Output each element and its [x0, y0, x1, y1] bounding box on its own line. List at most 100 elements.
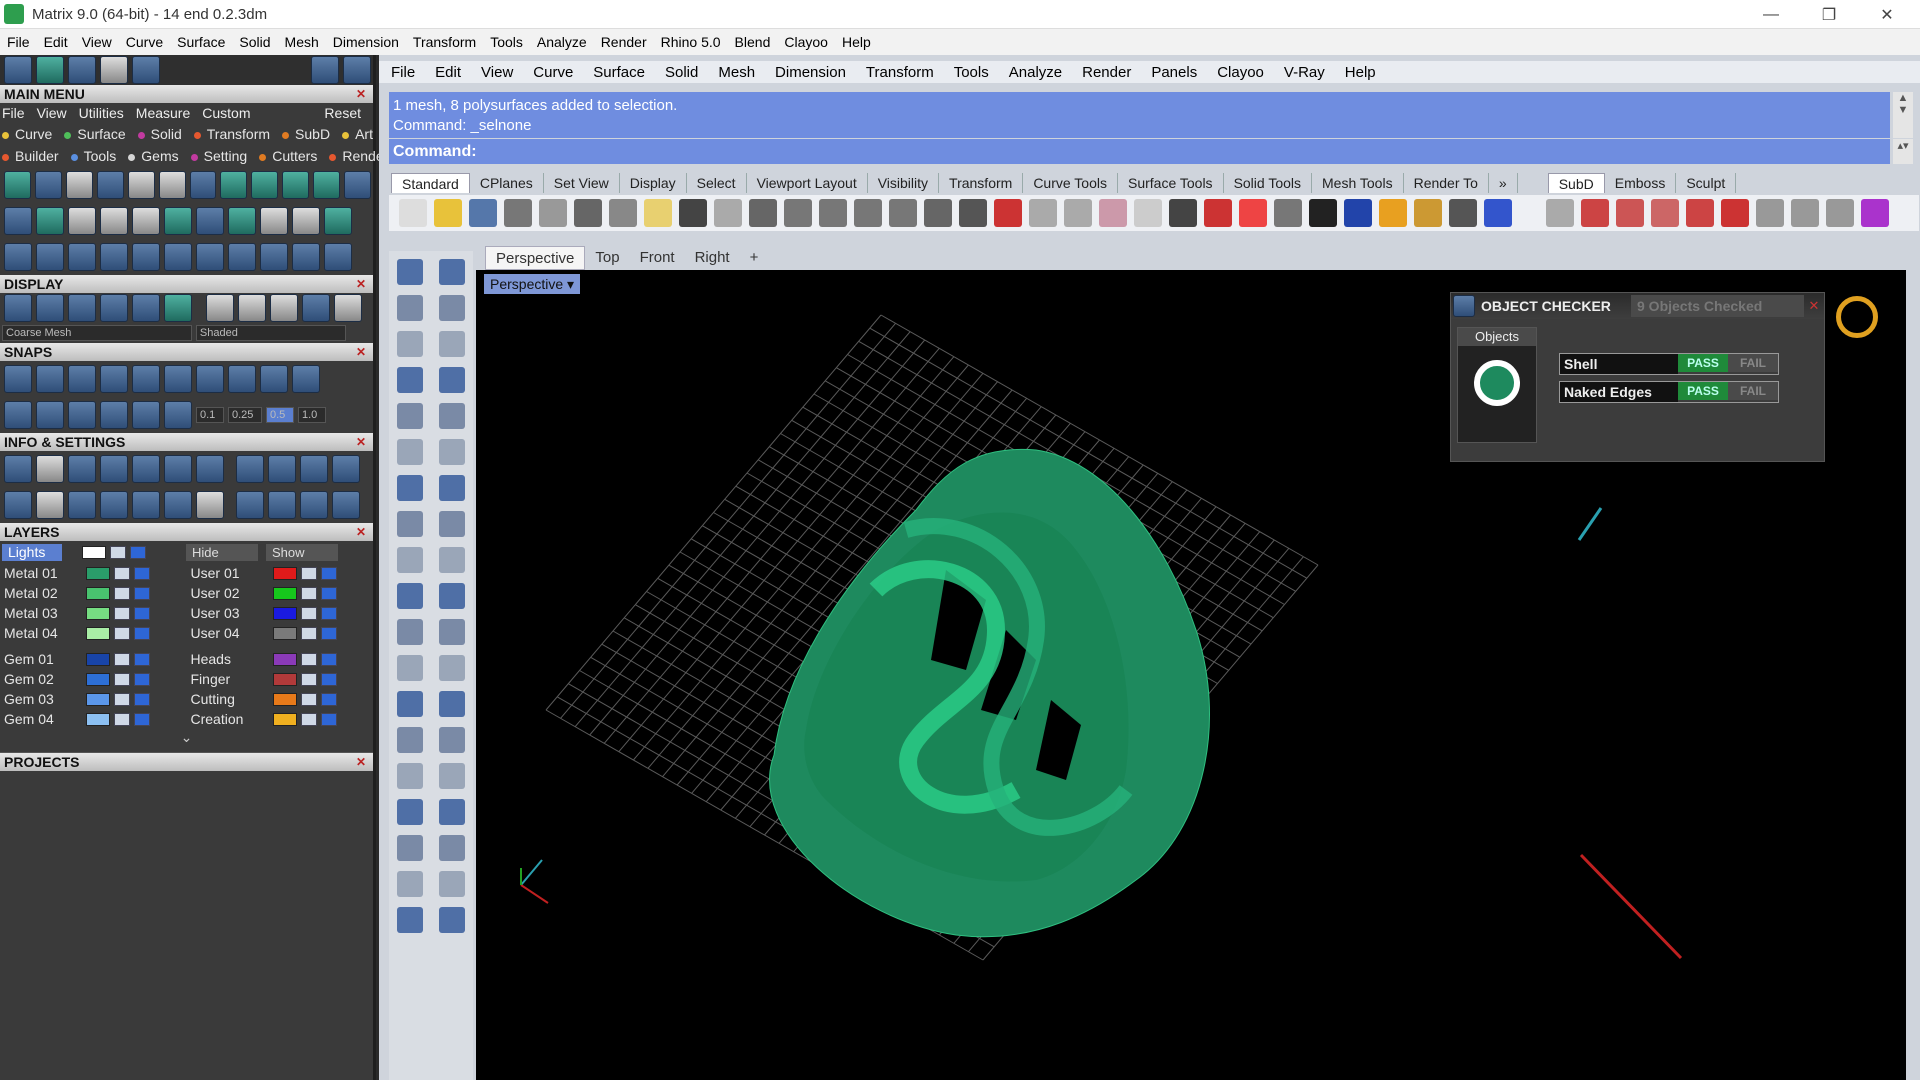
toolbar-tab[interactable]: CPlanes: [470, 173, 544, 193]
layer-row[interactable]: Creation: [187, 709, 374, 729]
tool-icon[interactable]: [439, 871, 465, 897]
lock-icon[interactable]: [114, 712, 130, 726]
tab-top[interactable]: Top: [585, 246, 629, 270]
visible-icon[interactable]: [320, 652, 337, 666]
shaded-icon[interactable]: [68, 294, 96, 322]
toolbar-tab[interactable]: Emboss: [1605, 173, 1677, 193]
category-builder[interactable]: Builder: [2, 148, 65, 164]
menu-help[interactable]: Help: [842, 34, 871, 50]
tool-icon[interactable]: [439, 799, 465, 825]
rmenu-clayoo[interactable]: Clayoo: [1217, 64, 1264, 81]
gumball-icon[interactable]: [100, 401, 128, 429]
cylinder-icon[interactable]: [100, 491, 128, 519]
category-transform[interactable]: Transform: [193, 126, 276, 142]
chain-icon[interactable]: [4, 207, 32, 235]
print-icon[interactable]: [132, 455, 160, 483]
layer-color-swatch[interactable]: [272, 712, 297, 726]
tab-right[interactable]: Right: [685, 246, 740, 270]
report-icon[interactable]: [332, 455, 360, 483]
viewport-label[interactable]: Perspective ▾: [484, 274, 581, 294]
category-gems[interactable]: Gems: [128, 148, 184, 164]
settings-icon[interactable]: [4, 455, 32, 483]
back-arrow-icon[interactable]: [311, 56, 339, 84]
tool-icon[interactable]: [439, 367, 465, 393]
hide-button[interactable]: Hide: [186, 543, 258, 561]
tool-icon[interactable]: [397, 871, 423, 897]
rmenu-render[interactable]: Render: [1082, 64, 1131, 81]
minimize-button[interactable]: —: [1742, 0, 1800, 29]
tool-icon[interactable]: [439, 655, 465, 681]
cut-icon[interactable]: [574, 199, 602, 227]
visible-icon[interactable]: [134, 606, 150, 620]
bezel-icon[interactable]: [282, 171, 310, 199]
weight-icon[interactable]: [268, 455, 296, 483]
layer-color-swatch[interactable]: [272, 652, 297, 666]
rmenu-analyze[interactable]: Analyze: [1009, 64, 1062, 81]
split-icon[interactable]: [100, 243, 128, 271]
lock-icon[interactable]: [114, 606, 130, 620]
close-icon[interactable]: ✕: [1804, 298, 1824, 314]
rmenu-tools[interactable]: Tools: [954, 64, 989, 81]
mesh-quality-select[interactable]: Coarse Mesh: [2, 325, 192, 341]
visible-icon[interactable]: [320, 672, 337, 686]
grid-icon[interactable]: [164, 207, 192, 235]
ring-mesh-icon[interactable]: [769, 448, 1210, 938]
tool-icon[interactable]: [439, 259, 465, 285]
layer-color-swatch[interactable]: [86, 712, 110, 726]
lock-icon[interactable]: [114, 672, 130, 686]
tool-icon[interactable]: [439, 295, 465, 321]
rmenu-dimension[interactable]: Dimension: [775, 64, 846, 81]
tool-icon[interactable]: [439, 583, 465, 609]
lock-icon[interactable]: [110, 545, 126, 559]
copy-doc-icon[interactable]: [539, 199, 567, 227]
layer-row[interactable]: Gem 03: [0, 689, 187, 709]
layer-color-swatch[interactable]: [272, 692, 297, 706]
toolbar-tab[interactable]: Render To: [1404, 173, 1489, 193]
layer-row[interactable]: Metal 01: [0, 563, 187, 583]
tool-icon[interactable]: [439, 835, 465, 861]
new-file-icon[interactable]: [100, 56, 128, 84]
snap-0-5[interactable]: 0.5: [266, 407, 294, 423]
prong-icon[interactable]: [251, 171, 279, 199]
question-icon[interactable]: [1791, 199, 1819, 227]
doc-icon[interactable]: [132, 207, 160, 235]
lock-icon[interactable]: [114, 566, 130, 580]
add-viewport-button[interactable]: +: [740, 246, 769, 270]
ring-report-icon[interactable]: [332, 491, 360, 519]
band-icon[interactable]: [36, 207, 64, 235]
close-icon[interactable]: ✕: [354, 755, 368, 769]
menu-blend[interactable]: Blend: [735, 34, 771, 50]
ghost-icon[interactable]: [36, 294, 64, 322]
visible-icon[interactable]: [134, 652, 150, 666]
gear-icon[interactable]: [1414, 199, 1442, 227]
technical-icon[interactable]: [164, 294, 192, 322]
cluster-icon[interactable]: [313, 171, 341, 199]
lock-icon[interactable]: [300, 672, 317, 686]
tool-icon[interactable]: [439, 619, 465, 645]
menu-view[interactable]: View: [82, 34, 112, 50]
quad-snap-icon[interactable]: [196, 365, 224, 393]
layer-row[interactable]: Metal 02: [0, 583, 187, 603]
tab-front[interactable]: Front: [630, 246, 685, 270]
lights-layer[interactable]: Lights: [2, 543, 62, 561]
layer-row[interactable]: Metal 03: [0, 603, 187, 623]
rmenu-file[interactable]: File: [391, 64, 415, 81]
command-input[interactable]: Command:: [389, 139, 1890, 164]
subd-icon[interactable]: [1546, 199, 1574, 227]
tool-icon[interactable]: [397, 403, 423, 429]
near-snap-icon[interactable]: [36, 365, 64, 393]
visible-icon[interactable]: [320, 566, 337, 580]
box-icon[interactable]: [1651, 199, 1679, 227]
layer-color-swatch[interactable]: [272, 566, 297, 580]
rmenu-edit[interactable]: Edit: [435, 64, 461, 81]
text-icon[interactable]: [68, 207, 96, 235]
circle-icon[interactable]: [324, 243, 352, 271]
tool-icon[interactable]: [397, 583, 423, 609]
camera-icon[interactable]: [302, 294, 330, 322]
lock-icon[interactable]: [114, 586, 130, 600]
more-tabs-icon[interactable]: »: [1489, 173, 1518, 193]
options-icon[interactable]: [1449, 199, 1477, 227]
category-cutters[interactable]: Cutters: [259, 148, 323, 164]
mm-custom[interactable]: Custom: [202, 105, 250, 121]
tool-icon[interactable]: [397, 331, 423, 357]
